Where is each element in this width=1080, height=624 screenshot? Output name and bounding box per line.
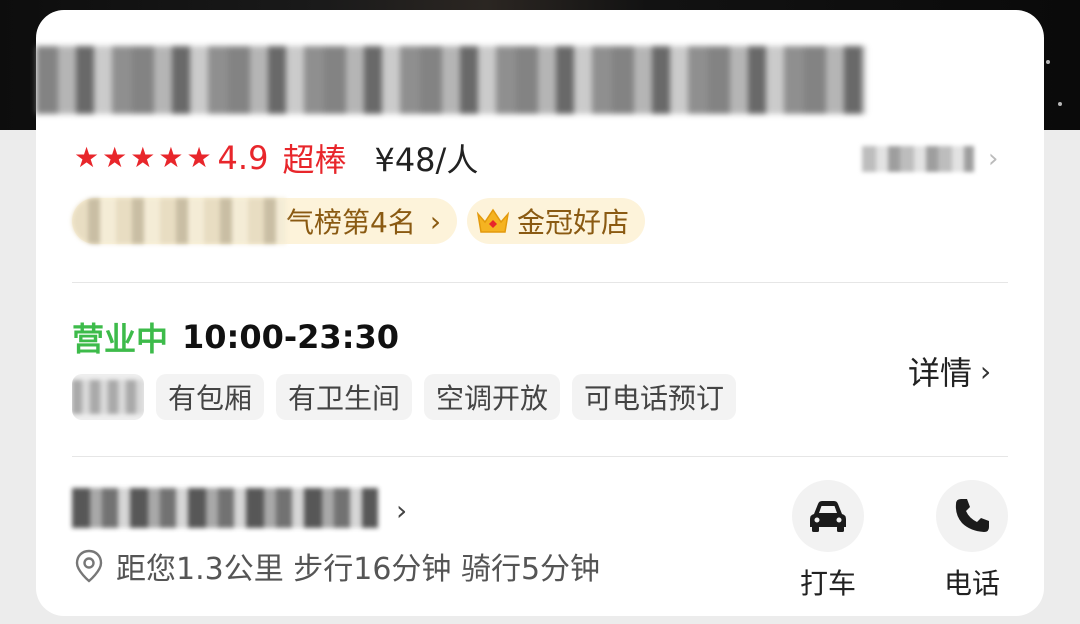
business-hours: 10:00-23:30	[182, 318, 400, 356]
facility-tags: 有包厢 有卫生间 空调开放 可电话预订	[72, 374, 737, 420]
gold-crown-badge[interactable]: 金冠好店	[467, 198, 646, 244]
facility-tag: 空调开放	[424, 374, 561, 420]
star-icon: ★	[186, 141, 212, 174]
taxi-button[interactable]: 打车	[792, 480, 864, 602]
rating-stars: ★ ★ ★ ★ ★	[74, 144, 212, 172]
crown-icon	[476, 208, 510, 233]
chevron-right-icon: ›	[980, 354, 992, 388]
location-pin-icon	[75, 549, 103, 583]
taxi-icon-circle	[792, 480, 864, 552]
phone-icon	[955, 499, 989, 532]
ranking-prefix-redacted	[72, 198, 286, 244]
review-count-redacted[interactable]	[862, 146, 974, 172]
photo-sparkle	[1058, 102, 1062, 106]
details-label: 详情	[908, 354, 973, 392]
distance-info: 距您1.3公里 步行16分钟 骑行5分钟	[116, 552, 601, 587]
section-divider	[72, 456, 1008, 457]
phone-button[interactable]: 电话	[936, 480, 1008, 602]
facility-tag-redacted	[72, 374, 144, 420]
price-per-person: ¥48/人	[374, 141, 479, 179]
chevron-right-icon[interactable]: ›	[988, 144, 998, 174]
star-icon: ★	[130, 141, 156, 174]
business-hours-row: 营业中 10:00-23:30	[72, 314, 399, 360]
photo-sparkle	[1046, 60, 1050, 64]
taxi-label: 打车	[799, 567, 856, 600]
star-icon: ★	[74, 141, 100, 174]
phone-label: 电话	[943, 567, 1000, 600]
details-link[interactable]: 详情 ›	[908, 350, 991, 392]
chevron-right-icon[interactable]: ›	[396, 494, 407, 527]
shop-name-redacted	[36, 46, 866, 114]
car-icon	[810, 501, 846, 532]
crown-text: 金冠好店	[517, 206, 630, 239]
chevron-right-icon: ›	[429, 204, 442, 238]
rating-score: 4.9	[217, 139, 269, 177]
ranking-badge[interactable]: 气榜第4名 ›	[72, 198, 458, 244]
open-status: 营业中	[72, 320, 169, 358]
rating-tag: 超棒	[282, 141, 347, 179]
ranking-text: 气榜第4名	[286, 206, 416, 239]
star-icon: ★	[102, 141, 128, 174]
address-redacted[interactable]	[72, 488, 378, 528]
facility-tag: 可电话预订	[572, 374, 737, 420]
badge-row: 气榜第4名 › 金冠好店	[72, 198, 646, 244]
distance-row: 距您1.3公里 步行16分钟 骑行5分钟	[74, 544, 600, 588]
section-divider	[72, 282, 1008, 283]
rating-row: ★ ★ ★ ★ ★ 4.9 超棒 ¥48/人	[74, 136, 478, 180]
phone-icon-circle	[936, 480, 1008, 552]
star-icon: ★	[158, 141, 184, 174]
facility-tag: 有包厢	[156, 374, 265, 420]
facility-tag: 有卫生间	[276, 374, 413, 420]
